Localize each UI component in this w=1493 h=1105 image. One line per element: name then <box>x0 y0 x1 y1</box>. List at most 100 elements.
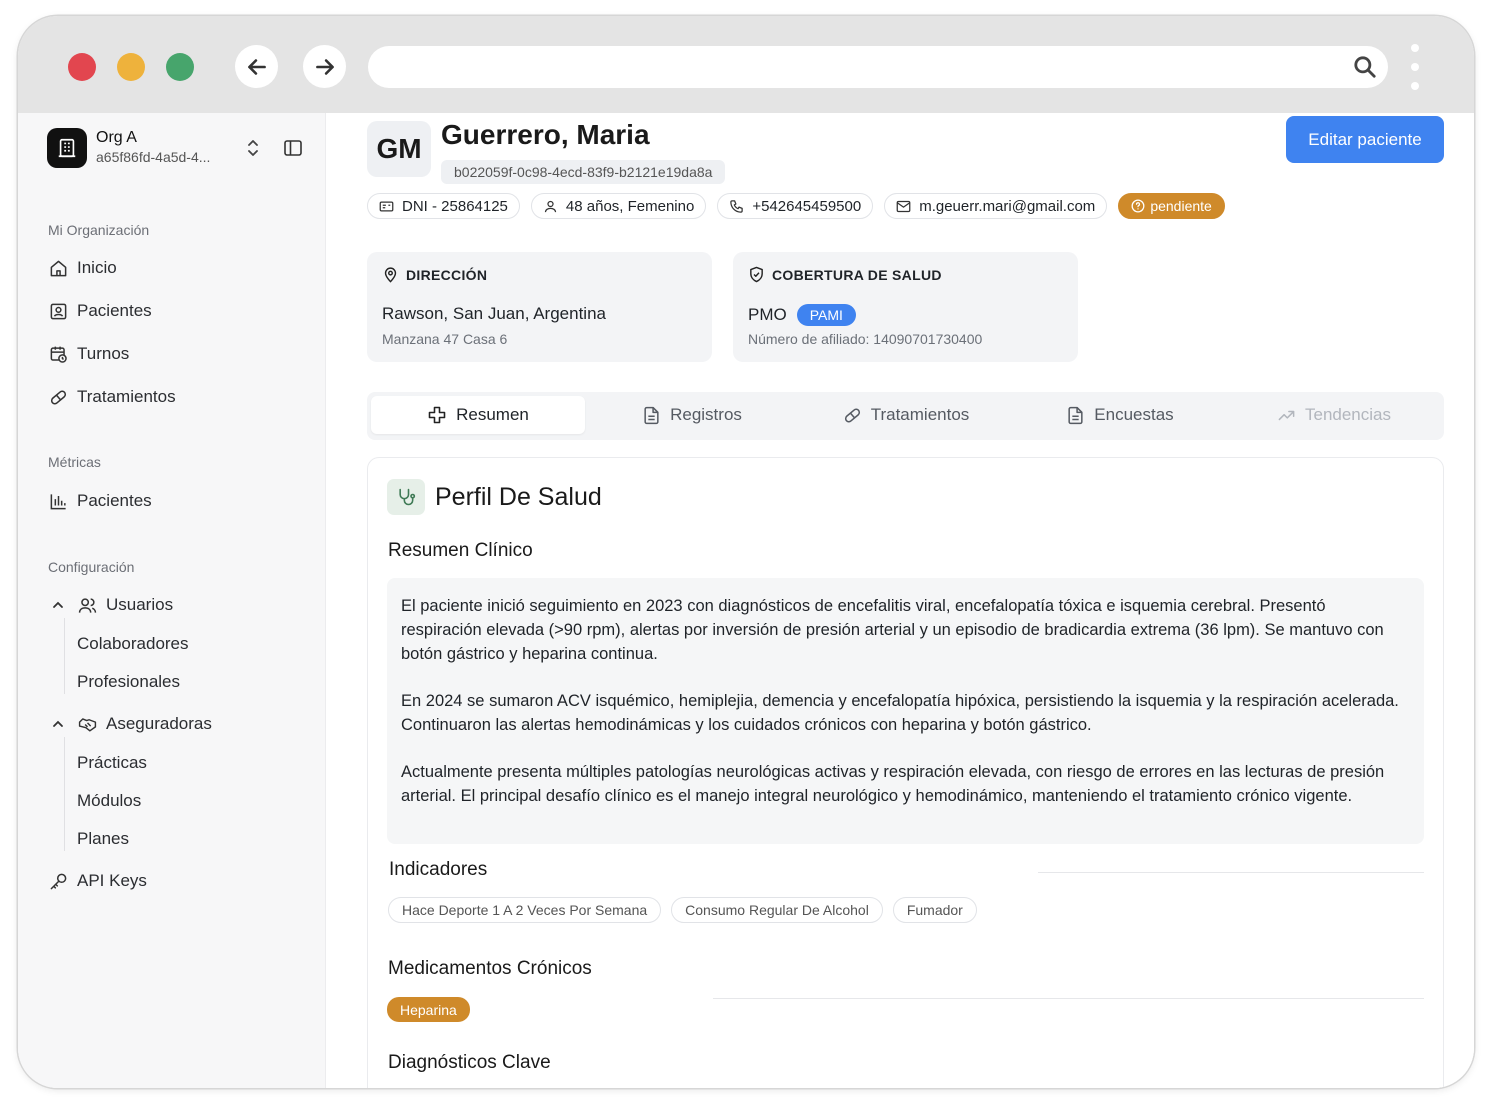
question-circle-icon <box>1131 199 1145 213</box>
patient-name: Guerrero, Maria <box>441 119 650 150</box>
arrow-left-icon <box>247 58 266 75</box>
email-chip[interactable]: m.geuerr.mari@gmail.com <box>884 193 1108 219</box>
phone-icon <box>730 199 744 213</box>
minimize-window-button[interactable] <box>117 53 145 81</box>
patient-uuid: b022059f-0c98-4ecd-83f9-b2121e19da8a <box>441 160 726 184</box>
chevron-up-icon[interactable] <box>48 598 68 612</box>
address-sub: Manzana 47 Casa 6 <box>382 331 508 347</box>
users-icon <box>77 595 97 615</box>
submenu-line <box>64 737 65 851</box>
id-card-icon <box>379 201 394 211</box>
avatar: GM <box>367 121 431 177</box>
phone-chip[interactable]: +542645459500 <box>717 193 874 219</box>
tab-encuestas[interactable]: Encuestas <box>1013 396 1227 434</box>
section-label-config: Configuración <box>48 559 135 575</box>
user-icon <box>544 200 557 212</box>
coverage-plan: PMO <box>748 305 787 324</box>
sidebar-item-label: Turnos <box>77 344 130 363</box>
close-window-button[interactable] <box>68 53 96 81</box>
sidebar-item-label: Usuarios <box>106 595 174 614</box>
indicator-tag: Fumador <box>892 897 977 923</box>
org-switcher[interactable]: Org A a65f86fd-4a5d-4... <box>47 128 307 168</box>
chevron-up-icon[interactable] <box>48 717 68 731</box>
tab-tendencias[interactable]: Tendencias <box>1227 396 1441 434</box>
address-card: DIRECCIÓN Rawson, San Juan, Argentina Ma… <box>367 252 712 362</box>
clinical-summary-title: Resumen Clínico <box>388 540 533 561</box>
address-bar[interactable] <box>368 46 1388 88</box>
coverage-heading: COBERTURA DE SALUD <box>748 266 942 283</box>
toggle-sidebar-icon[interactable] <box>283 138 303 163</box>
browser-toolbar <box>18 16 1474 113</box>
status-text: pendiente <box>1150 198 1212 214</box>
forward-button[interactable] <box>303 45 346 88</box>
map-pin-icon <box>384 267 397 283</box>
building-icon <box>47 128 87 168</box>
sidebar-item-label: API Keys <box>77 871 147 890</box>
sidebar-item-label: Pacientes <box>77 491 152 510</box>
browser-menu-icon[interactable] <box>1410 44 1420 90</box>
sidebar-subitem-colaboradores[interactable]: Colaboradores <box>77 634 189 654</box>
sidebar-item-usuarios[interactable]: Usuarios <box>48 592 173 618</box>
tab-bar: Resumen Registros Tratamientos Encuestas… <box>367 392 1444 440</box>
status-badge: pendiente <box>1118 193 1225 219</box>
tab-label: Encuestas <box>1094 405 1174 424</box>
sidebar-subitem-practicas[interactable]: Prácticas <box>77 753 147 773</box>
address-main: Rawson, San Juan, Argentina <box>382 304 606 323</box>
divider <box>713 998 1424 999</box>
sidebar-item-metricas-pacientes[interactable]: Pacientes <box>48 488 152 514</box>
edit-patient-button[interactable]: Editar paciente <box>1286 116 1444 163</box>
indicators-list: Hace Deporte 1 A 2 Veces Por Semana Cons… <box>388 897 977 923</box>
tab-label: Tratamientos <box>870 405 970 424</box>
shield-check-icon <box>750 266 763 283</box>
back-button[interactable] <box>235 45 278 88</box>
sidebar-item-inicio[interactable]: Inicio <box>48 255 117 281</box>
health-profile-panel: Perfil De Salud Resumen Clínico El pacie… <box>367 457 1444 1088</box>
tab-resumen[interactable]: Resumen <box>371 396 585 434</box>
arrow-right-icon <box>315 58 334 75</box>
bar-chart-icon <box>48 491 68 511</box>
sidebar-item-pacientes[interactable]: Pacientes <box>48 298 152 324</box>
tab-label: Resumen <box>456 405 529 424</box>
sidebar-item-tratamientos[interactable]: Tratamientos <box>48 384 176 410</box>
sidebar-item-aseguradoras[interactable]: Aseguradoras <box>48 711 212 737</box>
chronic-meds-title: Medicamentos Crónicos <box>388 958 592 979</box>
sidebar-item-turnos[interactable]: Turnos <box>48 341 129 367</box>
address-heading-text: DIRECCIÓN <box>406 266 488 283</box>
clinical-summary: El paciente inició seguimiento en 2023 c… <box>387 578 1424 844</box>
chevrons-up-down-icon[interactable] <box>244 137 262 164</box>
dni-chip: DNI - 25864125 <box>367 193 520 219</box>
panel-title: Perfil De Salud <box>435 483 602 511</box>
submenu-line <box>64 618 65 694</box>
maximize-window-button[interactable] <box>166 53 194 81</box>
stethoscope-icon <box>387 479 425 515</box>
sidebar-subitem-planes[interactable]: Planes <box>77 829 129 849</box>
sidebar-subitem-modulos[interactable]: Módulos <box>77 791 141 811</box>
file-text-icon <box>644 406 659 424</box>
sidebar-item-label: Inicio <box>77 258 117 277</box>
file-text-icon <box>1068 406 1083 424</box>
org-id: a65f86fd-4a5d-4... <box>96 149 211 165</box>
home-icon <box>48 258 68 278</box>
coverage-heading-text: COBERTURA DE SALUD <box>772 266 942 283</box>
search-icon[interactable] <box>1352 54 1378 85</box>
dni-text: DNI - 25864125 <box>402 197 508 215</box>
sidebar-item-label: Aseguradoras <box>106 714 212 733</box>
medication-badge: Heparina <box>387 997 470 1022</box>
phone-text: +542645459500 <box>752 197 862 215</box>
handshake-icon <box>77 714 97 734</box>
divider <box>1038 872 1424 873</box>
patient-info-chips: DNI - 25864125 48 años, Femenino +542645… <box>367 193 1225 219</box>
email-text: m.geuerr.mari@gmail.com <box>919 197 1096 215</box>
tab-label: Registros <box>670 405 742 424</box>
address-heading: DIRECCIÓN <box>382 266 487 283</box>
age-sex-text: 48 años, Femenino <box>565 197 695 215</box>
section-label-org: Mi Organización <box>48 222 150 238</box>
section-label-metrics: Métricas <box>48 454 101 470</box>
tab-tratamientos[interactable]: Tratamientos <box>799 396 1013 434</box>
sidebar-subitem-profesionales[interactable]: Profesionales <box>77 672 180 692</box>
indicators-title: Indicadores <box>389 859 488 880</box>
tab-registros[interactable]: Registros <box>585 396 799 434</box>
sidebar-item-api-keys[interactable]: API Keys <box>48 868 147 894</box>
tab-label: Tendencias <box>1304 405 1391 424</box>
sidebar-item-label: Tratamientos <box>77 387 176 406</box>
